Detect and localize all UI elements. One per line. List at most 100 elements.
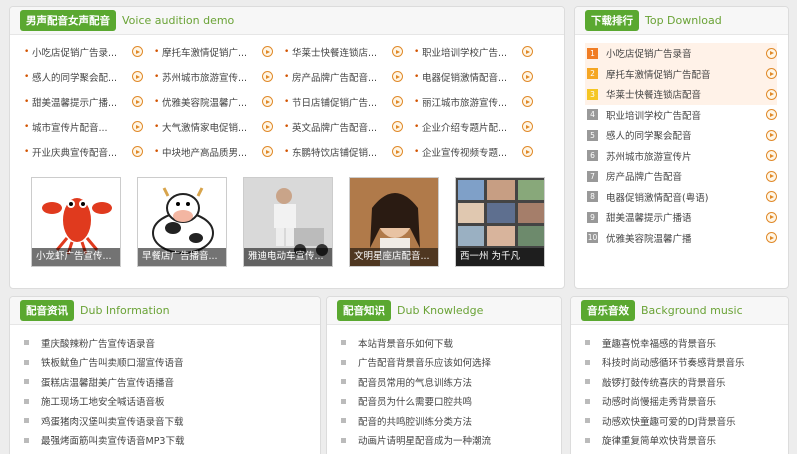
voice-item-label[interactable]: 英文品牌广告配音...	[292, 120, 388, 134]
list-item-label[interactable]: 旋律重复简单欢快背景音乐	[602, 433, 716, 447]
download-item[interactable]: 7 房产品牌广告配音	[585, 166, 777, 187]
list-item[interactable]: 动感欢快童趣可爱的DJ背景音乐	[585, 411, 745, 431]
list-item[interactable]: 蛋糕店温馨甜美广告宣传语播音	[24, 372, 184, 392]
play-icon[interactable]	[766, 47, 777, 59]
play-icon[interactable]	[262, 121, 273, 132]
list-item[interactable]: 配音员为什么需要口腔共鸣	[341, 392, 491, 412]
thumbnail-caption[interactable]: 早餐店广告播音...	[138, 248, 226, 266]
list-item-label[interactable]: 配音员为什么需要口腔共鸣	[358, 394, 472, 408]
play-icon[interactable]	[766, 232, 777, 244]
voice-item[interactable]: • 优雅美容院温馨广...	[154, 92, 284, 111]
voice-item[interactable]: • 企业介绍专题片配...	[414, 117, 544, 136]
voice-item-label[interactable]: 摩托车激情促销广...	[162, 45, 258, 59]
play-icon[interactable]	[132, 46, 143, 57]
download-item-label[interactable]: 优雅美容院温馨广播	[606, 231, 762, 245]
voice-item[interactable]: • 英文品牌广告配音...	[284, 117, 414, 136]
voice-item[interactable]: • 城市宣传片配音...	[24, 117, 154, 136]
list-item-label[interactable]: 铁板鱿鱼广告叫卖顺口溜宣传语音	[41, 355, 184, 369]
voice-item[interactable]: • 节日店铺促销广告...	[284, 92, 414, 111]
voice-item-label[interactable]: 开业庆典宣传配音...	[32, 145, 128, 159]
list-item-label[interactable]: 配音员常用的气息训练方法	[358, 375, 472, 389]
voice-item-label[interactable]: 大气激情家电促销...	[162, 120, 258, 134]
voice-item-label[interactable]: 城市宣传片配音...	[32, 120, 128, 134]
list-item-label[interactable]: 广告配音背景音乐应该如何选择	[358, 355, 491, 369]
voice-item[interactable]: • 华莱士快餐连锁店...	[284, 42, 414, 61]
play-icon[interactable]	[522, 121, 533, 132]
list-item-label[interactable]: 重庆酸辣粉广告宣传语录音	[41, 336, 155, 350]
list-item[interactable]: 铁板鱿鱼广告叫卖顺口溜宣传语音	[24, 353, 184, 373]
play-icon[interactable]	[522, 96, 533, 107]
download-item-label[interactable]: 职业培训学校广告配音	[606, 108, 762, 122]
play-icon[interactable]	[522, 46, 533, 57]
list-item[interactable]: 配音员常用的气息训练方法	[341, 372, 491, 392]
list-item[interactable]: 科技时尚动感循环节奏感背景音乐	[585, 353, 745, 373]
thumbnail-card[interactable]: 雅迪电动车宣传...	[243, 177, 333, 267]
voice-item[interactable]: • 中块地产高品质男...	[154, 142, 284, 161]
play-icon[interactable]	[766, 88, 777, 100]
list-item-label[interactable]: 施工现场工地安全喊话语音板	[41, 394, 165, 408]
list-item[interactable]: 本站背景音乐如何下载	[341, 333, 491, 353]
news-tag[interactable]: 配音资讯	[20, 300, 74, 321]
play-icon[interactable]	[392, 71, 403, 82]
voice-item[interactable]: • 摩托车激情促销广...	[154, 42, 284, 61]
download-item-label[interactable]: 小吃店促销广告录音	[606, 46, 762, 60]
play-icon[interactable]	[132, 146, 143, 157]
download-item[interactable]: 3 华莱士快餐连锁店配音	[585, 84, 777, 105]
list-item[interactable]: 童趣喜悦幸福感的背景音乐	[585, 333, 745, 353]
voice-item-label[interactable]: 企业宣传视频专题...	[422, 145, 518, 159]
list-item[interactable]: 最强烤面筋叫卖宣传语音MP3下载	[24, 431, 184, 451]
voice-item[interactable]: • 丽江城市旅游宣传...	[414, 92, 544, 111]
voice-item[interactable]: • 东鹏特饮店铺促销...	[284, 142, 414, 161]
voice-item-label[interactable]: 房产品牌广告配音...	[292, 70, 388, 84]
voice-item[interactable]: • 苏州城市旅游宣传...	[154, 67, 284, 86]
download-item[interactable]: 9 甜美温馨提示广播语	[585, 207, 777, 228]
list-item-label[interactable]: 动感时尚慢摇走秀背景音乐	[602, 394, 716, 408]
list-item-label[interactable]: 蛋糕店温馨甜美广告宣传语播音	[41, 375, 174, 389]
list-item[interactable]: 广告配音背景音乐应该如何选择	[341, 353, 491, 373]
thumbnail-caption[interactable]: 小龙虾广告宣传...	[32, 248, 120, 266]
voice-tag[interactable]: 男声配音女声配音	[20, 10, 116, 31]
play-icon[interactable]	[392, 146, 403, 157]
play-icon[interactable]	[522, 71, 533, 82]
download-item-label[interactable]: 苏州城市旅游宣传片	[606, 149, 762, 163]
list-item[interactable]: 旋律重复简单欢快背景音乐	[585, 431, 745, 451]
list-item[interactable]: 敲锣打鼓传统喜庆的背景音乐	[585, 372, 745, 392]
voice-item-label[interactable]: 优雅美容院温馨广...	[162, 95, 258, 109]
download-item-label[interactable]: 华莱士快餐连锁店配音	[606, 87, 762, 101]
thumbnail-caption[interactable]: 文明星座店配音...	[350, 248, 438, 266]
play-icon[interactable]	[132, 121, 143, 132]
play-icon[interactable]	[766, 191, 777, 203]
download-item[interactable]: 8 电器促销激情配音(粤语)	[585, 187, 777, 208]
thumbnail-caption[interactable]: 西一州 为千凡	[456, 248, 544, 266]
voice-item-label[interactable]: 小吃店促销广告录...	[32, 45, 128, 59]
download-item-label[interactable]: 摩托车激情促销广告配音	[606, 67, 762, 81]
play-icon[interactable]	[766, 170, 777, 182]
download-item[interactable]: 5 感人的同学聚会配音	[585, 125, 777, 146]
list-item-label[interactable]: 童趣喜悦幸福感的背景音乐	[602, 336, 716, 350]
list-item-label[interactable]: 最强烤面筋叫卖宣传语音MP3下载	[41, 433, 184, 447]
list-item-label[interactable]: 动感欢快童趣可爱的DJ背景音乐	[602, 414, 736, 428]
download-item[interactable]: 2 摩托车激情促销广告配音	[585, 63, 777, 84]
voice-item-label[interactable]: 企业介绍专题片配...	[422, 120, 518, 134]
voice-item-label[interactable]: 甜美温馨提示广播...	[32, 95, 128, 109]
download-item-label[interactable]: 感人的同学聚会配音	[606, 128, 762, 142]
download-item[interactable]: 10 优雅美容院温馨广播	[585, 228, 777, 249]
download-item-label[interactable]: 甜美温馨提示广播语	[606, 210, 762, 224]
play-icon[interactable]	[262, 71, 273, 82]
voice-item[interactable]: • 企业宣传视频专题...	[414, 142, 544, 161]
play-icon[interactable]	[392, 96, 403, 107]
play-icon[interactable]	[262, 96, 273, 107]
list-item-label[interactable]: 鸡蛋猪肉汉堡叫卖宣传语录音下载	[41, 414, 184, 428]
list-item-label[interactable]: 敲锣打鼓传统喜庆的背景音乐	[602, 375, 726, 389]
download-item-label[interactable]: 房产品牌广告配音	[606, 169, 762, 183]
voice-item-label[interactable]: 华莱士快餐连锁店...	[292, 45, 388, 59]
voice-item-label[interactable]: 丽江城市旅游宣传...	[422, 95, 518, 109]
thumbnail-card[interactable]: 文明星座店配音...	[349, 177, 439, 267]
play-icon[interactable]	[392, 121, 403, 132]
play-icon[interactable]	[522, 146, 533, 157]
thumbnail-card[interactable]: 早餐店广告播音...	[137, 177, 227, 267]
play-icon[interactable]	[766, 109, 777, 121]
voice-item[interactable]: • 房产品牌广告配音...	[284, 67, 414, 86]
voice-item-label[interactable]: 苏州城市旅游宣传...	[162, 70, 258, 84]
voice-item-label[interactable]: 职业培训学校广告...	[422, 45, 518, 59]
